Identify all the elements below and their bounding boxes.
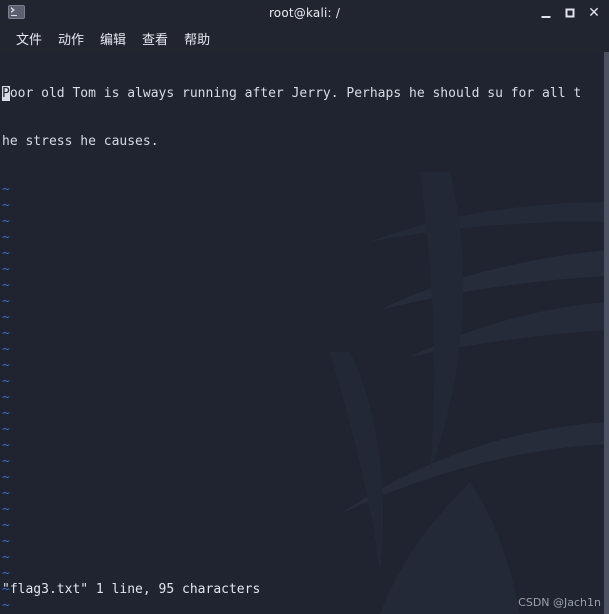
empty-line-marker: ~ [2,294,10,309]
empty-line-marker: ~ [2,278,10,293]
editor-buffer: Poor old Tom is always running after Jer… [0,52,609,614]
empty-line-marker: ~ [2,486,10,501]
close-button[interactable]: ✕ [583,2,605,24]
empty-line-marker: ~ [2,246,10,261]
empty-line-marker: ~ [2,198,10,213]
empty-line-marker: ~ [2,422,10,437]
empty-line-marker: ~ [2,262,10,277]
empty-line-marker: ~ [2,550,10,565]
empty-line-marker: ~ [2,182,10,197]
empty-line-marker: ~ [2,438,10,453]
scrollbar-thumb[interactable] [604,52,609,614]
buffer-line-1-wrap: he stress he causes. [2,134,159,149]
menu-bar: 文件 动作 编辑 查看 帮助 [0,25,609,52]
menu-item-help[interactable]: 帮助 [176,27,218,50]
csdn-watermark: CSDN @Jach1n [518,596,601,609]
empty-line-marker: ~ [2,534,10,549]
empty-line-marker: ~ [2,326,10,341]
title-bar: root@kali: / ✕ [0,0,609,25]
empty-line-markers: ~~~~~~~~~~~~~~~~~~~~~~~~~~~~~~~ [2,182,609,614]
menu-item-view[interactable]: 查看 [134,27,176,50]
window-title: root@kali: / [268,5,341,20]
empty-line-marker: ~ [2,406,10,421]
empty-line-marker: ~ [2,342,10,357]
minimize-button[interactable] [535,2,557,24]
empty-line-marker: ~ [2,374,10,389]
empty-line-marker: ~ [2,214,10,229]
menu-item-edit[interactable]: 编辑 [92,27,134,50]
maximize-button[interactable] [559,2,581,24]
empty-line-marker: ~ [2,358,10,373]
close-icon: ✕ [588,4,600,21]
status-line: "flag3.txt" 1 line, 95 characters [2,582,261,597]
empty-line-marker: ~ [2,390,10,405]
buffer-line-1: Poor old Tom is always running after Jer… [2,86,609,102]
terminal-window: root@kali: / ✕ 文件 动作 编辑 查看 帮助 Poor old T… [0,0,609,614]
vertical-scrollbar[interactable] [604,52,609,614]
empty-line-marker: ~ [2,454,10,469]
empty-line-marker: ~ [2,470,10,485]
window-controls: ✕ [535,0,605,25]
empty-line-marker: ~ [2,518,10,533]
empty-line-marker: ~ [2,566,10,581]
empty-line-marker: ~ [2,502,10,517]
text-cursor: P [2,86,10,101]
terminal-body[interactable]: Poor old Tom is always running after Jer… [0,52,609,614]
empty-line-marker: ~ [2,230,10,245]
buffer-line-1-text: oor old Tom is always running after Jerr… [9,86,582,101]
menu-item-actions[interactable]: 动作 [50,27,92,50]
menu-item-file[interactable]: 文件 [8,27,50,50]
empty-line-marker: ~ [2,310,10,325]
